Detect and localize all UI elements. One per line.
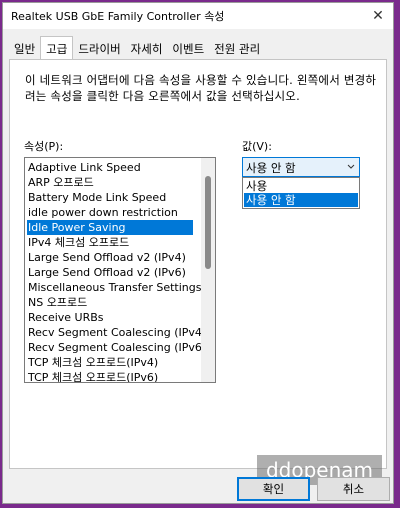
tab-power-management[interactable]: 전원 관리 [209,39,265,59]
tab-events[interactable]: 이벤트 [167,39,209,59]
list-item[interactable]: Adaptive Link Speed [27,160,193,175]
list-item[interactable]: Recv Segment Coalescing (IPv4) [27,325,206,340]
property-listbox[interactable]: Adaptive Link Speed ARP 오프로드 Battery Mod… [24,157,216,383]
title-bar[interactable]: Realtek USB GbE Family Controller 속성 ✕ [3,3,393,29]
dropdown-option-highlighted[interactable]: 사용 안 함 [244,193,358,207]
list-item-selected[interactable]: Idle Power Saving [27,220,193,235]
list-item[interactable]: TCP 체크섬 오프로드(IPv4) [27,355,193,370]
property-label: 속성(P): [24,140,64,153]
list-item[interactable]: idle power down restriction [27,205,193,220]
list-item[interactable]: ARP 오프로드 [27,175,193,190]
tab-advanced[interactable]: 고급 [40,36,74,59]
tab-details[interactable]: 자세히 [126,39,168,59]
value-label: 값(V): [242,140,272,153]
list-item[interactable]: Battery Mode Link Speed [27,190,193,205]
property-scrollbar[interactable] [201,158,215,382]
dropdown-current-value: 사용 안 함 [246,161,296,175]
advanced-panel: 이 네트워크 어댑터에 다음 속성을 사용할 수 있습니다. 왼쪽에서 변경하려… [9,59,387,469]
dropdown-option[interactable]: 사용 [244,179,358,193]
tab-general[interactable]: 일반 [9,39,40,59]
chevron-down-icon [346,159,356,178]
list-item[interactable]: IPv4 체크섬 오프로드 [27,235,193,250]
dropdown-options-list: 사용 사용 안 함 [242,177,360,209]
scroll-thumb[interactable] [205,176,211,269]
list-item[interactable]: Miscellaneous Transfer Settings [27,280,201,295]
list-item[interactable]: Large Send Offload v2 (IPv6) [27,265,193,280]
list-item[interactable]: Recv Segment Coalescing (IPv6) [27,340,206,355]
properties-dialog: Realtek USB GbE Family Controller 속성 ✕ 일… [2,2,394,504]
list-item[interactable]: NS 오프로드 [27,295,193,310]
cancel-button[interactable]: 취소 [317,477,390,501]
list-item[interactable]: Receive URBs [27,310,193,325]
tab-driver[interactable]: 드라이버 [73,39,125,59]
ok-button[interactable]: 확인 [237,477,310,501]
list-item[interactable]: TCP 체크섬 오프로드(IPv6) [27,370,193,382]
window-title: Realtek USB GbE Family Controller 속성 [11,10,225,23]
description-text: 이 네트워크 어댑터에 다음 속성을 사용할 수 있습니다. 왼쪽에서 변경하려… [25,73,377,103]
tab-strip: 일반 고급 드라이버 자세히 이벤트 전원 관리 [9,36,265,59]
close-icon[interactable]: ✕ [363,3,393,29]
list-item[interactable]: Large Send Offload v2 (IPv4) [27,250,193,265]
value-dropdown[interactable]: 사용 안 함 [242,157,360,177]
